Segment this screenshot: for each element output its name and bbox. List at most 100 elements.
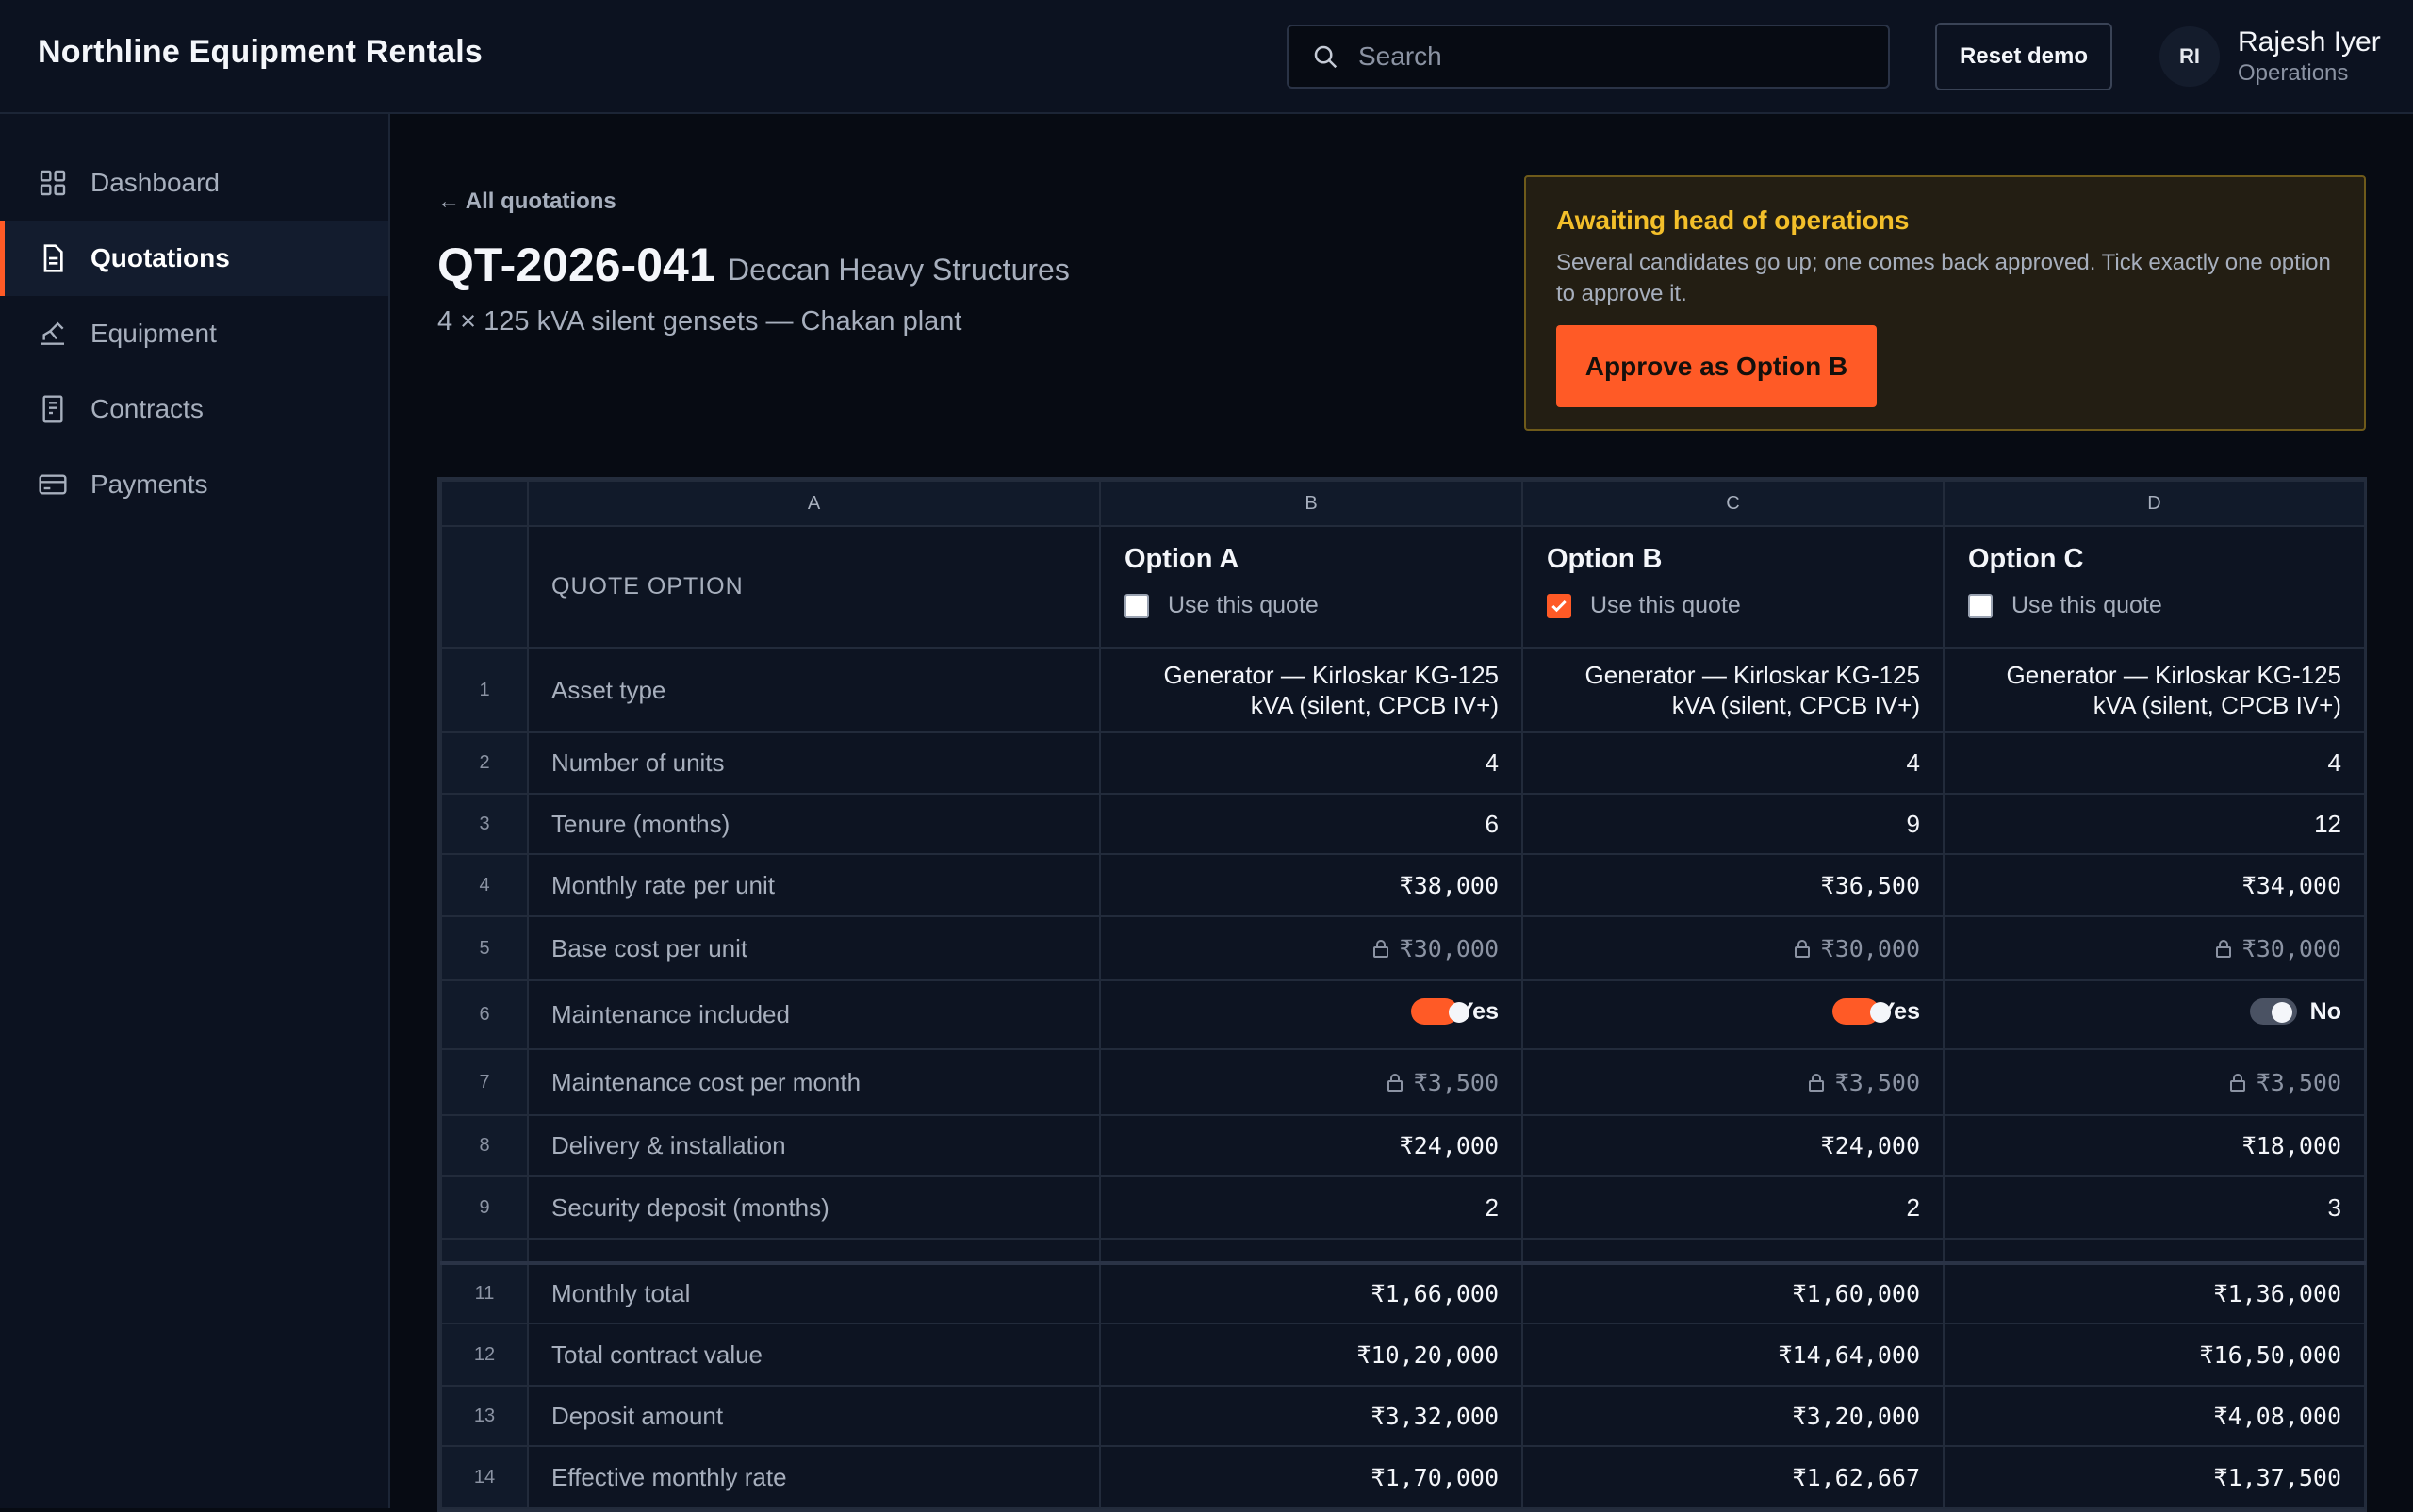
locked-value: ₹30,000 <box>1820 934 1920 962</box>
option-a-effective-rate: ₹1,70,000 <box>1099 1445 1523 1509</box>
option-c-maintenance-toggle[interactable] <box>2249 998 2297 1026</box>
row-number <box>440 1238 529 1264</box>
lock-icon <box>1372 939 1388 958</box>
lock-icon <box>1387 1073 1403 1092</box>
row-label: Base cost per unit <box>527 915 1101 981</box>
row-number: 14 <box>440 1445 529 1509</box>
option-b-tenure[interactable]: 9 <box>1521 793 1945 855</box>
use-quote-label: Use this quote <box>2011 592 2162 618</box>
option-b-deposit-months[interactable]: 2 <box>1521 1175 1945 1240</box>
sidebar-item-dashboard[interactable]: Dashboard <box>0 145 388 221</box>
column-letter: D <box>1943 480 2366 527</box>
option-c-effective-rate: ₹1,37,500 <box>1943 1445 2366 1509</box>
locked-value: ₹3,500 <box>1834 1068 1920 1096</box>
sidebar-item-quotations[interactable]: Quotations <box>0 221 388 296</box>
user-name: Rajesh Iyer <box>2238 26 2381 58</box>
option-a-deposit-months[interactable]: 2 <box>1099 1175 1523 1240</box>
row-number: 5 <box>440 915 529 981</box>
table-row: 4 Monthly rate per unit ₹38,000 ₹36,500 … <box>440 853 2366 917</box>
option-a-header: Option A Use this quote <box>1099 525 1523 649</box>
quote-subtitle: 4 × 125 kVA silent gensets — Chakan plan… <box>437 306 962 337</box>
toggle-knob <box>2271 1002 2292 1024</box>
option-a-tenure[interactable]: 6 <box>1099 793 1523 855</box>
option-c-asset-type[interactable]: Generator — Kirloskar KG-125 kVA (silent… <box>1943 647 2366 733</box>
option-c-units[interactable]: 4 <box>1943 731 2366 795</box>
search-box[interactable] <box>1287 25 1890 89</box>
sidebar-item-contracts[interactable]: Contracts <box>0 371 388 447</box>
table-row: 5 Base cost per unit ₹30,000 ₹30,000 ₹30… <box>440 915 2366 981</box>
table-row: 3 Tenure (months) 6 9 12 <box>440 793 2366 855</box>
option-c-deposit-amount: ₹4,08,000 <box>1943 1385 2366 1447</box>
search-input[interactable] <box>1358 41 1886 72</box>
column-letter: C <box>1521 480 1945 527</box>
option-a-checkbox[interactable] <box>1124 593 1149 618</box>
sidebar-item-label: Contracts <box>90 394 204 423</box>
option-c-base-cost: ₹30,000 <box>1943 915 2366 981</box>
row-label: Effective monthly rate <box>527 1445 1101 1509</box>
row-label: Monthly total <box>527 1261 1101 1324</box>
option-title: Option C <box>1968 544 2084 574</box>
option-c-delivery[interactable]: ₹18,000 <box>1943 1114 2366 1177</box>
option-c-header: Option C Use this quote <box>1943 525 2366 649</box>
back-to-quotations-link[interactable]: ← All quotations <box>437 189 616 215</box>
table-row: 9 Security deposit (months) 2 2 3 <box>440 1175 2366 1240</box>
option-a-maintenance-toggle[interactable] <box>1410 998 1469 1026</box>
use-quote-label: Use this quote <box>1590 592 1741 618</box>
lock-icon <box>1794 939 1810 958</box>
option-a-maintenance: Yes <box>1099 979 1523 1050</box>
sidebar-item-payments[interactable]: Payments <box>0 447 388 522</box>
option-a-units[interactable]: 4 <box>1099 731 1523 795</box>
option-b-contract-value: ₹14,64,000 <box>1521 1323 1945 1387</box>
option-b-maintenance: Yes <box>1521 979 1945 1050</box>
option-b-maintenance-cost: ₹3,500 <box>1521 1048 1945 1116</box>
use-quote-label: Use this quote <box>1168 592 1319 618</box>
spacer-row <box>440 1238 2366 1264</box>
option-a-monthly-rate[interactable]: ₹38,000 <box>1099 853 1523 917</box>
approve-button[interactable]: Approve as Option B <box>1556 325 1877 407</box>
table-row: 14 Effective monthly rate ₹1,70,000 ₹1,6… <box>440 1445 2366 1509</box>
table-row: 11 Monthly total ₹1,66,000 ₹1,60,000 ₹1,… <box>440 1261 2366 1324</box>
row-number: 7 <box>440 1048 529 1116</box>
avatar[interactable]: RI <box>2159 26 2220 87</box>
option-a-base-cost: ₹30,000 <box>1099 915 1523 981</box>
corner-cell <box>440 480 529 527</box>
option-a-maintenance-cost: ₹3,500 <box>1099 1048 1523 1116</box>
option-c-tenure[interactable]: 12 <box>1943 793 2366 855</box>
option-c-deposit-months[interactable]: 3 <box>1943 1175 2366 1240</box>
option-a-asset-type[interactable]: Generator — Kirloskar KG-125 kVA (silent… <box>1099 647 1523 733</box>
locked-value: ₹3,500 <box>2256 1068 2341 1096</box>
search-icon <box>1314 45 1338 69</box>
row-number: 11 <box>440 1261 529 1324</box>
spacer-cell <box>1099 1238 1523 1264</box>
table-row: 2 Number of units 4 4 4 <box>440 731 2366 795</box>
page-title: QT-2026-041 <box>437 238 715 291</box>
table-row: 13 Deposit amount ₹3,32,000 ₹3,20,000 ₹4… <box>440 1385 2366 1447</box>
option-b-delivery[interactable]: ₹24,000 <box>1521 1114 1945 1177</box>
toggle-knob <box>1448 1002 1469 1024</box>
option-c-use-quote[interactable]: Use this quote <box>1968 592 2364 619</box>
option-b-units[interactable]: 4 <box>1521 731 1945 795</box>
option-a-delivery[interactable]: ₹24,000 <box>1099 1114 1523 1177</box>
table-row: 8 Delivery & installation ₹24,000 ₹24,00… <box>440 1114 2366 1177</box>
excavator-icon <box>41 321 64 345</box>
option-b-asset-type[interactable]: Generator — Kirloskar KG-125 kVA (silent… <box>1521 647 1945 733</box>
option-c-checkbox[interactable] <box>1968 593 1993 618</box>
spacer-cell <box>1521 1238 1945 1264</box>
row-label: Number of units <box>527 731 1101 795</box>
row-number: 9 <box>440 1175 529 1240</box>
option-c-monthly-rate[interactable]: ₹34,000 <box>1943 853 2366 917</box>
reset-demo-button[interactable]: Reset demo <box>1935 23 2112 90</box>
option-b-checkbox[interactable] <box>1547 593 1571 618</box>
sidebar-item-equipment[interactable]: Equipment <box>0 296 388 371</box>
option-b-use-quote[interactable]: Use this quote <box>1547 592 1943 619</box>
approval-panel: Awaiting head of operations Several cand… <box>1524 175 2366 431</box>
option-b-maintenance-toggle[interactable] <box>1831 998 1891 1026</box>
locked-value: ₹3,500 <box>1413 1068 1499 1096</box>
option-a-use-quote[interactable]: Use this quote <box>1124 592 1521 619</box>
option-a-contract-value: ₹10,20,000 <box>1099 1323 1523 1387</box>
toggle-knob <box>1869 1002 1891 1024</box>
row-label: Deposit amount <box>527 1385 1101 1447</box>
sidebar: Dashboard Quotations Equipment Contracts… <box>0 114 390 1508</box>
option-b-monthly-rate[interactable]: ₹36,500 <box>1521 853 1945 917</box>
locked-value: ₹30,000 <box>2241 934 2341 962</box>
